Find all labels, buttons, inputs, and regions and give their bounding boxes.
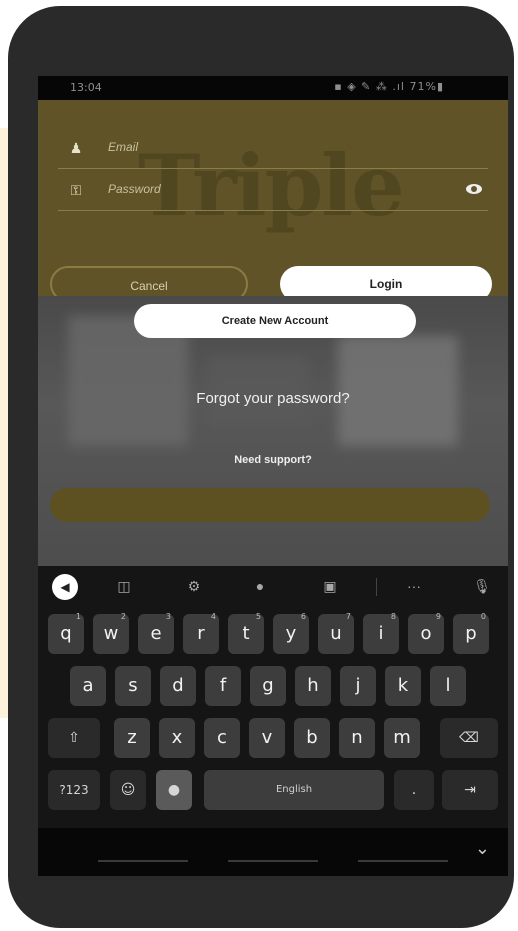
key-label: p	[465, 623, 477, 644]
email-field[interactable]: ♟ Email	[58, 130, 488, 169]
key-h[interactable]: h	[295, 666, 331, 706]
keyboard-row-4: ?123 ☺ ● English . ⇥	[38, 768, 508, 812]
palette-icon[interactable]: ●	[250, 576, 270, 596]
nav-indicator	[358, 860, 448, 862]
screenshot-icon[interactable]: ▣	[320, 576, 340, 596]
key-f[interactable]: f	[205, 666, 241, 706]
nav-indicator	[98, 860, 188, 862]
keyboard-row-2: a s d f g h j k l	[38, 664, 508, 708]
keyboard-toolbar: ◀ ◫ ⚙ ● ▣ ··· 🎙	[38, 566, 508, 606]
shift-key[interactable]: ⇧	[48, 718, 100, 758]
phone-screen: 13:04 ▪ ◈ ✎ ⁂ .ıl 71%▮ Triple ♟ Email ⚿ …	[38, 76, 508, 876]
key-hint: 1	[75, 612, 81, 621]
more-icon[interactable]: ···	[404, 576, 424, 596]
key-label: w	[103, 623, 119, 644]
forgot-password-link[interactable]: Forgot your password?	[38, 390, 508, 407]
key-t[interactable]: t5	[228, 612, 264, 654]
key-e[interactable]: e3	[138, 612, 174, 654]
next-key[interactable]: ⇥	[442, 770, 498, 810]
space-key[interactable]: English	[204, 770, 384, 810]
key-g[interactable]: g	[250, 666, 286, 706]
password-field[interactable]: ⚿ Password	[58, 172, 488, 211]
key-hint: 3	[165, 612, 171, 621]
key-u[interactable]: u7	[318, 612, 354, 654]
need-support-link[interactable]: Need support?	[38, 454, 508, 466]
status-bar: 13:04 ▪ ◈ ✎ ⁂ .ıl 71%▮	[38, 76, 508, 100]
key-w[interactable]: w2	[93, 612, 129, 654]
settings-icon[interactable]: ⚙	[184, 576, 204, 596]
key-v[interactable]: v	[249, 718, 285, 758]
nav-indicator	[228, 860, 318, 862]
system-nav-bar: ⌄	[38, 828, 508, 876]
key-hint: 8	[390, 612, 396, 621]
key-hint: 6	[300, 612, 306, 621]
key-a[interactable]: a	[70, 666, 106, 706]
key-s[interactable]: s	[115, 666, 151, 706]
key-z[interactable]: z	[114, 718, 150, 758]
gold-action-bar[interactable]	[50, 488, 490, 522]
key-label: y	[285, 623, 297, 644]
emoji-key[interactable]: ☺	[110, 770, 146, 810]
key-hint: 4	[210, 612, 216, 621]
show-password-icon[interactable]	[466, 184, 482, 194]
status-icons: ▪ ◈ ✎ ⁂ .ıl 71%▮	[334, 80, 444, 93]
key-label: i	[378, 623, 384, 644]
backspace-key[interactable]: ⌫	[440, 718, 498, 758]
key-y[interactable]: y6	[273, 612, 309, 654]
key-hint: 0	[480, 612, 486, 621]
key-d[interactable]: d	[160, 666, 196, 706]
hide-keyboard-icon[interactable]: ⌄	[475, 838, 490, 859]
key-label: r	[197, 623, 205, 644]
keyboard-row-3: ⇧ z x c v b n m ⌫	[38, 716, 508, 760]
period-key[interactable]: .	[394, 770, 434, 810]
key-label: e	[150, 623, 162, 644]
login-form-area: Triple ♟ Email ⚿ Password Cancel Login	[38, 100, 508, 302]
key-hint: 9	[435, 612, 441, 621]
key-m[interactable]: m	[384, 718, 420, 758]
user-icon: ♟	[69, 140, 83, 156]
create-account-button[interactable]: Create New Account	[134, 304, 416, 338]
key-x[interactable]: x	[159, 718, 195, 758]
key-k[interactable]: k	[385, 666, 421, 706]
settings-key[interactable]: ●	[156, 770, 192, 810]
key-p[interactable]: p0	[453, 612, 489, 654]
status-time: 13:04	[70, 81, 102, 94]
microphone-icon[interactable]: 🎙	[472, 576, 492, 596]
key-j[interactable]: j	[340, 666, 376, 706]
key-b[interactable]: b	[294, 718, 330, 758]
key-i[interactable]: i8	[363, 612, 399, 654]
key-q[interactable]: q1	[48, 612, 84, 654]
password-placeholder: Password	[108, 182, 161, 196]
key-hint: 7	[345, 612, 351, 621]
clipboard-icon[interactable]: ◫	[114, 576, 134, 596]
key-r[interactable]: r4	[183, 612, 219, 654]
email-placeholder: Email	[108, 140, 139, 154]
key-n[interactable]: n	[339, 718, 375, 758]
symbols-key[interactable]: ?123	[48, 770, 100, 810]
key-label: q	[60, 623, 72, 644]
key-o[interactable]: o9	[408, 612, 444, 654]
key-hint: 5	[255, 612, 261, 621]
key-label: t	[242, 623, 250, 644]
onscreen-keyboard: ◀ ◫ ⚙ ● ▣ ··· 🎙 q1 w2 e3 r4 t5 y6 u7 i8 …	[38, 566, 508, 876]
key-label: o	[420, 623, 432, 644]
back-icon[interactable]: ◀	[52, 574, 78, 600]
toolbar-divider	[376, 578, 377, 596]
key-l[interactable]: l	[430, 666, 466, 706]
key-label: u	[330, 623, 342, 644]
key-c[interactable]: c	[204, 718, 240, 758]
phone-frame: 13:04 ▪ ◈ ✎ ⁂ .ıl 71%▮ Triple ♟ Email ⚿ …	[8, 6, 514, 928]
lock-icon: ⚿	[70, 182, 82, 198]
keyboard-row-1: q1 w2 e3 r4 t5 y6 u7 i8 o9 p0	[38, 612, 508, 656]
key-hint: 2	[120, 612, 126, 621]
